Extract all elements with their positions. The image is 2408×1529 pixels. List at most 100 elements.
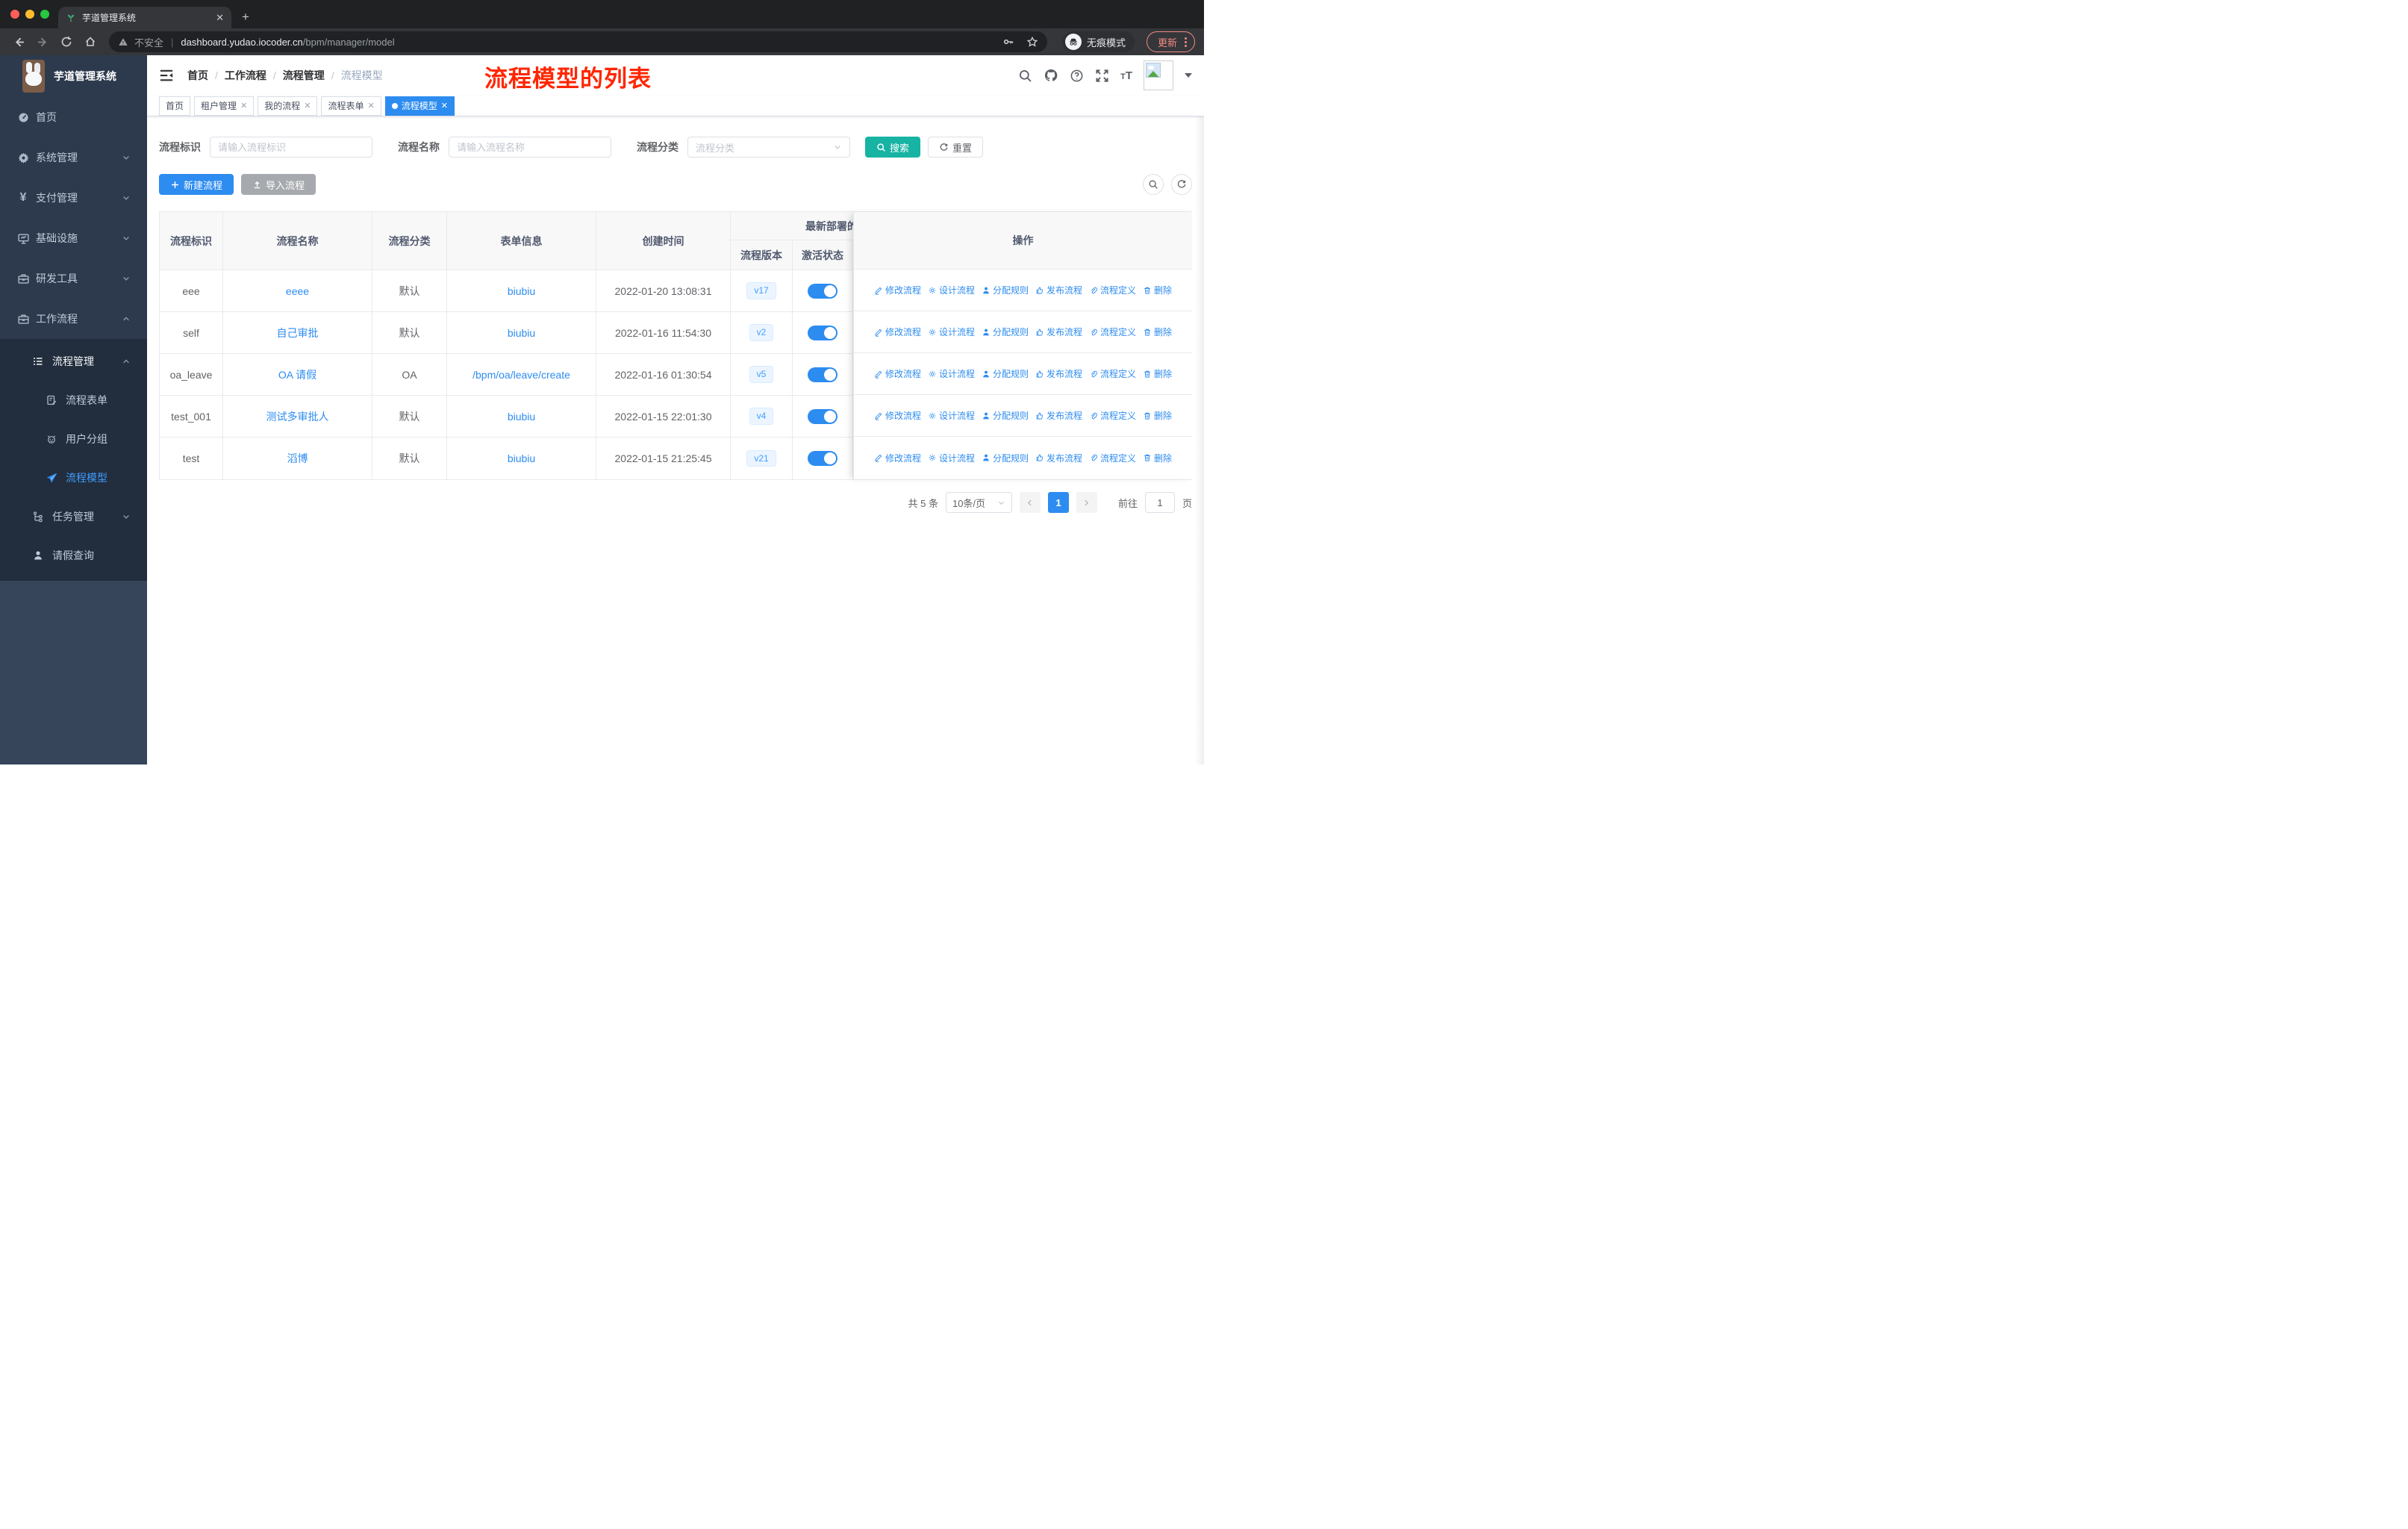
action-definition-link[interactable]: 流程定义	[1089, 452, 1136, 464]
page-size-select[interactable]: 10条/页	[945, 492, 1012, 513]
tab-close-icon[interactable]: ✕	[216, 12, 224, 24]
incognito-indicator[interactable]: 无痕模式	[1061, 31, 1135, 52]
process-name-link[interactable]: 自己审批	[277, 326, 319, 340]
action-delete-link[interactable]: 删除	[1143, 284, 1172, 296]
active-toggle[interactable]	[808, 451, 838, 466]
font-size-icon[interactable]: TT	[1120, 69, 1132, 82]
process-name-link[interactable]: OA 请假	[278, 367, 316, 382]
action-assign-rule-link[interactable]: 分配规则	[982, 367, 1029, 380]
reload-icon[interactable]	[57, 32, 76, 52]
action-publish-link[interactable]: 发布流程	[1035, 367, 1082, 380]
sidebar-item-home[interactable]: 首页	[0, 97, 147, 137]
sidebar-item-workflow[interactable]: 工作流程	[0, 299, 147, 339]
breadcrumb-process-management[interactable]: 流程管理	[283, 68, 325, 83]
active-toggle[interactable]	[808, 408, 838, 424]
action-delete-link[interactable]: 删除	[1143, 409, 1172, 422]
update-button[interactable]: 更新	[1146, 31, 1195, 52]
action-assign-rule-link[interactable]: 分配规则	[982, 326, 1029, 338]
prev-page-button[interactable]	[1019, 492, 1041, 513]
tag-process-form[interactable]: 流程表单 ✕	[321, 96, 381, 116]
form-info-link[interactable]: biubiu	[508, 411, 535, 423]
sidebar-item-system[interactable]: 系统管理	[0, 137, 147, 178]
action-delete-link[interactable]: 删除	[1143, 326, 1172, 338]
menu-collapse-icon[interactable]	[159, 68, 174, 83]
action-assign-rule-link[interactable]: 分配规则	[982, 284, 1029, 296]
action-edit-link[interactable]: 修改流程	[874, 452, 921, 464]
action-design-link[interactable]: 设计流程	[928, 409, 975, 422]
reset-button[interactable]: 重置	[928, 137, 984, 158]
search-button[interactable]: 搜索	[865, 137, 921, 158]
action-publish-link[interactable]: 发布流程	[1035, 409, 1082, 422]
action-delete-link[interactable]: 删除	[1143, 452, 1172, 464]
close-icon[interactable]: ✕	[441, 101, 448, 110]
action-design-link[interactable]: 设计流程	[928, 326, 975, 338]
search-icon[interactable]	[1018, 69, 1032, 83]
tag-home[interactable]: 首页	[159, 96, 191, 116]
maximize-window-button[interactable]	[40, 10, 49, 19]
action-definition-link[interactable]: 流程定义	[1089, 409, 1136, 422]
active-toggle[interactable]	[808, 325, 838, 340]
action-publish-link[interactable]: 发布流程	[1035, 326, 1082, 338]
key-icon[interactable]	[1002, 36, 1014, 48]
github-icon[interactable]	[1044, 68, 1058, 83]
sidebar-item-leave-query[interactable]: 请假查询	[0, 536, 147, 575]
breadcrumb-workflow[interactable]: 工作流程	[225, 68, 266, 83]
avatar[interactable]	[1144, 60, 1173, 90]
more-menu-icon[interactable]	[1185, 37, 1187, 47]
forward-icon[interactable]	[33, 32, 52, 52]
browser-tab[interactable]: 芋道管理系统 ✕	[58, 7, 231, 28]
process-name-link[interactable]: 滔博	[287, 451, 308, 466]
form-info-link[interactable]: biubiu	[508, 452, 535, 464]
star-icon[interactable]	[1026, 36, 1038, 48]
active-toggle[interactable]	[808, 367, 838, 382]
process-name-link[interactable]: eeee	[286, 285, 309, 297]
tag-my-process[interactable]: 我的流程 ✕	[258, 96, 318, 116]
action-definition-link[interactable]: 流程定义	[1089, 284, 1136, 296]
action-design-link[interactable]: 设计流程	[928, 452, 975, 464]
sidebar-item-process-model[interactable]: 流程模型	[0, 458, 147, 497]
action-design-link[interactable]: 设计流程	[928, 367, 975, 380]
action-assign-rule-link[interactable]: 分配规则	[982, 452, 1029, 464]
close-window-button[interactable]	[10, 10, 19, 19]
new-tab-button[interactable]: +	[242, 10, 249, 25]
close-icon[interactable]: ✕	[368, 101, 375, 110]
action-definition-link[interactable]: 流程定义	[1089, 326, 1136, 338]
action-edit-link[interactable]: 修改流程	[874, 326, 921, 338]
tag-tenant-management[interactable]: 租户管理 ✕	[194, 96, 255, 116]
sidebar-item-dev-tools[interactable]: 研发工具	[0, 258, 147, 299]
sidebar-item-process-management[interactable]: 流程管理	[0, 342, 147, 381]
sidebar-item-payment[interactable]: ¥ 支付管理	[0, 178, 147, 218]
sidebar-item-task-management[interactable]: 任务管理	[0, 497, 147, 536]
page-number-current[interactable]: 1	[1047, 492, 1069, 513]
home-icon[interactable]	[81, 32, 100, 52]
action-delete-link[interactable]: 删除	[1143, 367, 1172, 380]
goto-page-input[interactable]	[1144, 492, 1175, 513]
form-info-link[interactable]: /bpm/oa/leave/create	[472, 369, 570, 381]
process-id-input[interactable]	[210, 137, 372, 158]
tag-process-model[interactable]: 流程模型 ✕	[384, 96, 455, 116]
sidebar-item-infrastructure[interactable]: 基础设施	[0, 218, 147, 258]
security-warning-icon[interactable]	[118, 37, 128, 47]
caret-down-icon[interactable]	[1185, 73, 1192, 78]
action-edit-link[interactable]: 修改流程	[874, 409, 921, 422]
sidebar-logo[interactable]: 芋道管理系统	[0, 55, 147, 97]
action-edit-link[interactable]: 修改流程	[874, 284, 921, 296]
process-name-input[interactable]	[449, 137, 611, 158]
action-assign-rule-link[interactable]: 分配规则	[982, 409, 1029, 422]
next-page-button[interactable]	[1076, 492, 1097, 513]
action-design-link[interactable]: 设计流程	[928, 284, 975, 296]
breadcrumb-home[interactable]: 首页	[187, 68, 208, 83]
import-process-button[interactable]: 导入流程	[241, 174, 316, 195]
help-icon[interactable]	[1070, 69, 1084, 83]
active-toggle[interactable]	[808, 283, 838, 299]
action-publish-link[interactable]: 发布流程	[1035, 284, 1082, 296]
process-name-link[interactable]: 测试多审批人	[266, 409, 329, 424]
close-icon[interactable]: ✕	[240, 101, 247, 110]
url-bar[interactable]: 不安全 | dashboard.yudao.iocoder.cn/bpm/man…	[109, 31, 1047, 52]
minimize-window-button[interactable]	[25, 10, 34, 19]
close-icon[interactable]: ✕	[304, 101, 311, 110]
form-info-link[interactable]: biubiu	[508, 327, 535, 339]
action-publish-link[interactable]: 发布流程	[1035, 452, 1082, 464]
action-definition-link[interactable]: 流程定义	[1089, 367, 1136, 380]
sidebar-item-process-form[interactable]: 流程表单	[0, 381, 147, 420]
